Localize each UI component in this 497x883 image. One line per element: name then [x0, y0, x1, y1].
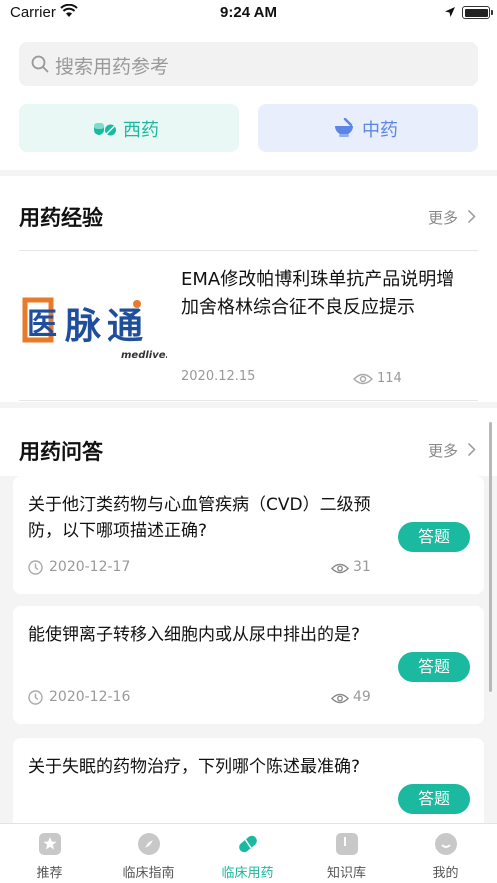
user-icon [435, 833, 457, 855]
logo-char-3: 通 [107, 306, 143, 347]
tab-label: 我的 [432, 866, 459, 881]
star-icon [39, 833, 61, 855]
article-title[interactable]: EMA修改帕博利珠单抗产品说明增加舍格林综合征不良反应提示 [181, 266, 471, 322]
qa-section-header: 用药问答 更多 [0, 408, 497, 476]
eye-icon [353, 373, 373, 385]
tab-label: 知识库 [326, 866, 366, 881]
category-chinese-label: 中药 [362, 120, 398, 141]
compass-icon [138, 833, 160, 855]
question-views: 31 [353, 559, 371, 575]
clock-icon [28, 560, 43, 575]
mortar-icon [335, 118, 353, 137]
qa-title: 用药问答 [19, 440, 103, 464]
divider [19, 250, 478, 251]
search-icon [31, 55, 49, 73]
eye-icon [331, 693, 349, 704]
category-western-label: 西药 [123, 120, 159, 141]
category-chinese-medicine-button[interactable]: 中药 [258, 104, 478, 152]
chevron-right-icon[interactable] [467, 442, 476, 457]
eye-icon [331, 563, 349, 574]
divider [19, 400, 478, 401]
question-text: 能使钾离子转移入细胞内或从尿中排出的是? [28, 625, 361, 645]
logo-sub: medlive.cn [121, 350, 167, 361]
category-western-medicine-button[interactable]: 西药 [19, 104, 239, 152]
tab-label: 临床指南 [122, 866, 175, 881]
answer-button[interactable]: 答题 [398, 522, 470, 552]
logo-char-1: 医 [27, 307, 57, 342]
question-card[interactable]: 关于他汀类药物与心血管疾病（CVD）二级预防，以下哪项描述正确? 2020-12… [13, 476, 484, 594]
article-date: 2020.12.15 [181, 369, 256, 384]
question-card[interactable]: 能使钾离子转移入细胞内或从尿中排出的是? 2020-12-16 49 答题 [13, 606, 484, 724]
battery-icon [462, 6, 493, 19]
scrollbar[interactable] [489, 422, 492, 692]
experience-section: 用药经验 更多 医 脉 通 medlive.cn EMA修改帕博利珠单抗产品说明… [0, 176, 497, 402]
tab-bar: 推荐 临床指南 临床用药 知识库 我的 [0, 823, 497, 883]
pill-icon [94, 123, 116, 136]
tab-profile[interactable]: 我的 [396, 830, 495, 883]
question-date: 2020-12-16 [49, 689, 131, 705]
tab-label: 推荐 [36, 866, 63, 881]
question-text: 关于他汀类药物与心血管疾病（CVD）二级预防，以下哪项描述正确? [28, 495, 371, 541]
experience-title: 用药经验 [19, 206, 103, 230]
qa-more-link[interactable]: 更多 [428, 440, 458, 461]
location-arrow-icon [445, 7, 455, 17]
experience-more-link[interactable]: 更多 [428, 207, 458, 228]
top-card: 搜索用药参考 西药 中药 [0, 28, 497, 170]
medlive-logo: 医 脉 通 medlive.cn [19, 286, 167, 372]
answer-button[interactable]: 答题 [398, 652, 470, 682]
tab-clinical-guide[interactable]: 临床指南 [99, 830, 198, 883]
clock-icon [28, 690, 43, 705]
question-date: 2020-12-17 [49, 559, 131, 575]
tab-label: 临床用药 [221, 866, 274, 881]
logo-char-2: 脉 [65, 306, 102, 347]
tab-recommend[interactable]: 推荐 [0, 830, 99, 883]
pill-icon [239, 835, 257, 853]
clock: 9:24 AM [220, 4, 277, 21]
question-text: 关于失眠的药物治疗，下列哪个陈述最准确? [28, 757, 361, 777]
tab-knowledge-base[interactable]: 知识库 [297, 830, 396, 883]
search-placeholder: 搜索用药参考 [55, 56, 170, 78]
tab-clinical-medication[interactable]: 临床用药 [198, 830, 297, 883]
book-icon [336, 833, 358, 855]
chevron-right-icon[interactable] [467, 209, 476, 224]
answer-button[interactable]: 答题 [398, 784, 470, 814]
article-views: 114 [377, 371, 402, 386]
status-bar: Carrier 9:24 AM [0, 0, 497, 28]
search-input[interactable]: 搜索用药参考 [19, 42, 478, 86]
question-views: 49 [353, 689, 371, 705]
